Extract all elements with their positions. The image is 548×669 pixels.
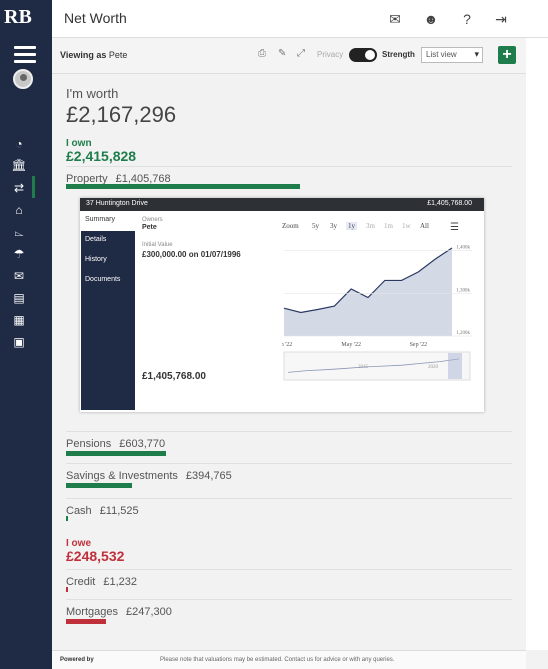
view-select[interactable]: List view (421, 47, 483, 63)
owners-label: Owners (142, 217, 163, 223)
mortgages-bar (66, 619, 106, 624)
top-bar: Net Worth ✉ ☻ ? ⇥ (52, 0, 548, 38)
x-tick-label: Sep '22 (410, 342, 428, 348)
zoom-3y[interactable]: 3y (330, 222, 337, 230)
zoom-1w[interactable]: 1w (402, 222, 411, 230)
credit-bar (66, 587, 68, 592)
navigator-label: 2015 (358, 365, 369, 370)
sidebar: RB ◔ 🏛 ⇄ ⌂ ⌳ ☂ ✉ ▤ ▦ ▣ (0, 0, 52, 669)
sub-toolbar: Viewing as Pete ⎙ ✎ ⤢ Privacy Strength L… (52, 38, 526, 74)
umbrella-icon[interactable]: ☂ (6, 244, 32, 264)
logout-icon[interactable]: ⇥ (492, 10, 510, 28)
tab-documents[interactable]: Documents (81, 271, 135, 291)
expand-icon[interactable]: ⤢ (297, 48, 305, 59)
owners-value: Pete (142, 224, 157, 231)
viewing-as: Viewing as Pete (60, 50, 128, 60)
savings-bar (66, 483, 132, 488)
category-property[interactable]: Property £1,405,768 (66, 166, 512, 185)
menu-icon[interactable] (14, 46, 36, 64)
navigator-window (448, 353, 462, 379)
privacy-toggle[interactable] (349, 48, 377, 62)
chart-icon[interactable]: ⌳ (6, 222, 32, 242)
app-logo[interactable]: RB (4, 6, 32, 29)
grid-icon[interactable]: ▦ (6, 310, 32, 330)
asset-detail-card: 37 Huntington Drive £1,405,768.00 Summar… (80, 198, 484, 412)
zoom-1y[interactable]: 1y (346, 222, 357, 230)
asset-header: 37 Huntington Drive £1,405,768.00 (80, 198, 484, 211)
owe-value: £248,532 (66, 548, 125, 564)
edit-icon[interactable]: ✎ (278, 48, 286, 59)
tab-details[interactable]: Details (81, 231, 135, 251)
worth-value: £2,167,296 (66, 102, 177, 127)
tab-summary[interactable]: Summary (81, 211, 135, 231)
cash-bar (66, 516, 68, 521)
transfer-icon[interactable]: ⇄ (6, 178, 32, 198)
zoom-all[interactable]: All (420, 222, 429, 230)
initial-value: £300,000.00 on 01/07/1996 (142, 250, 241, 259)
bank-icon[interactable]: 🏛 (6, 155, 32, 175)
help-icon[interactable]: ? (458, 10, 476, 28)
x-tick-label: Jan '22 (282, 342, 292, 348)
privacy-label: Privacy (317, 50, 344, 59)
zoom-1m[interactable]: 1m (384, 222, 393, 230)
zoom-3m[interactable]: 3m (366, 222, 375, 230)
chart-menu-icon[interactable]: ☰ (450, 222, 459, 233)
pensions-bar (66, 451, 166, 456)
chart-plot: 1,200k 1,300k 1,400k Jan '22 May '22 Sep '22 2… (282, 246, 472, 381)
mail-icon[interactable]: ✉ (6, 266, 32, 286)
asset-tabs: Summary Details History Documents (81, 211, 135, 410)
category-savings[interactable]: Savings & Investments £394,765 (66, 463, 512, 482)
own-value: £2,415,828 (66, 148, 137, 164)
scrollbar[interactable] (526, 38, 548, 650)
tab-history[interactable]: History (81, 251, 135, 271)
mail-icon[interactable]: ✉ (386, 10, 404, 28)
value-chart[interactable]: Zoom 5y 3y 1y 3m 1m 1w All ☰ 1,200k 1,300… (282, 222, 476, 382)
viewing-user[interactable]: Pete (109, 50, 128, 60)
current-value: £1,405,768.00 (142, 371, 206, 382)
initial-value-label: Initial Value (142, 242, 173, 248)
footer-note: Please note that valuations may be estim… (160, 657, 395, 663)
x-tick-label: May '22 (341, 342, 361, 348)
y-tick-label: 1,200k (456, 331, 470, 336)
y-tick-label: 1,300k (456, 288, 470, 293)
strength-label: Strength (382, 50, 415, 59)
dashboard-icon[interactable]: ◔ (6, 134, 32, 154)
print-icon[interactable]: ⎙ (258, 48, 266, 59)
add-button[interactable]: + (498, 46, 516, 64)
home-icon[interactable]: ⌂ (6, 200, 32, 220)
category-mortgages[interactable]: Mortgages £247,300 (66, 599, 512, 618)
zoom-controls: Zoom 5y 3y 1y 3m 1m 1w All ☰ (282, 222, 476, 234)
user-icon[interactable]: ☻ (422, 10, 440, 28)
footer: Powered by Please note that valuations m… (52, 650, 526, 669)
property-bar (66, 184, 300, 189)
y-tick-label: 1,400k (456, 246, 470, 251)
calendar-icon[interactable]: ▣ (6, 332, 32, 352)
document-icon[interactable]: ▤ (6, 288, 32, 308)
navigator-label: 2020 (428, 365, 439, 370)
category-pensions[interactable]: Pensions £603,770 (66, 431, 512, 450)
category-credit[interactable]: Credit £1,232 (66, 569, 512, 588)
asset-name: 37 Huntington Drive (86, 200, 148, 207)
zoom-5y[interactable]: 5y (312, 222, 319, 230)
powered-by: Powered by (60, 657, 94, 663)
active-indicator (32, 176, 35, 198)
category-cash[interactable]: Cash £11,525 (66, 498, 512, 517)
page-title: Net Worth (64, 10, 127, 26)
main-content: I'm worth £2,167,296 I own £2,415,828 Pr… (56, 74, 512, 654)
zoom-label: Zoom (282, 222, 299, 230)
series-area (284, 247, 452, 336)
avatar[interactable] (13, 69, 33, 89)
worth-label: I'm worth (66, 86, 119, 101)
asset-header-amount: £1,405,768.00 (427, 200, 472, 207)
